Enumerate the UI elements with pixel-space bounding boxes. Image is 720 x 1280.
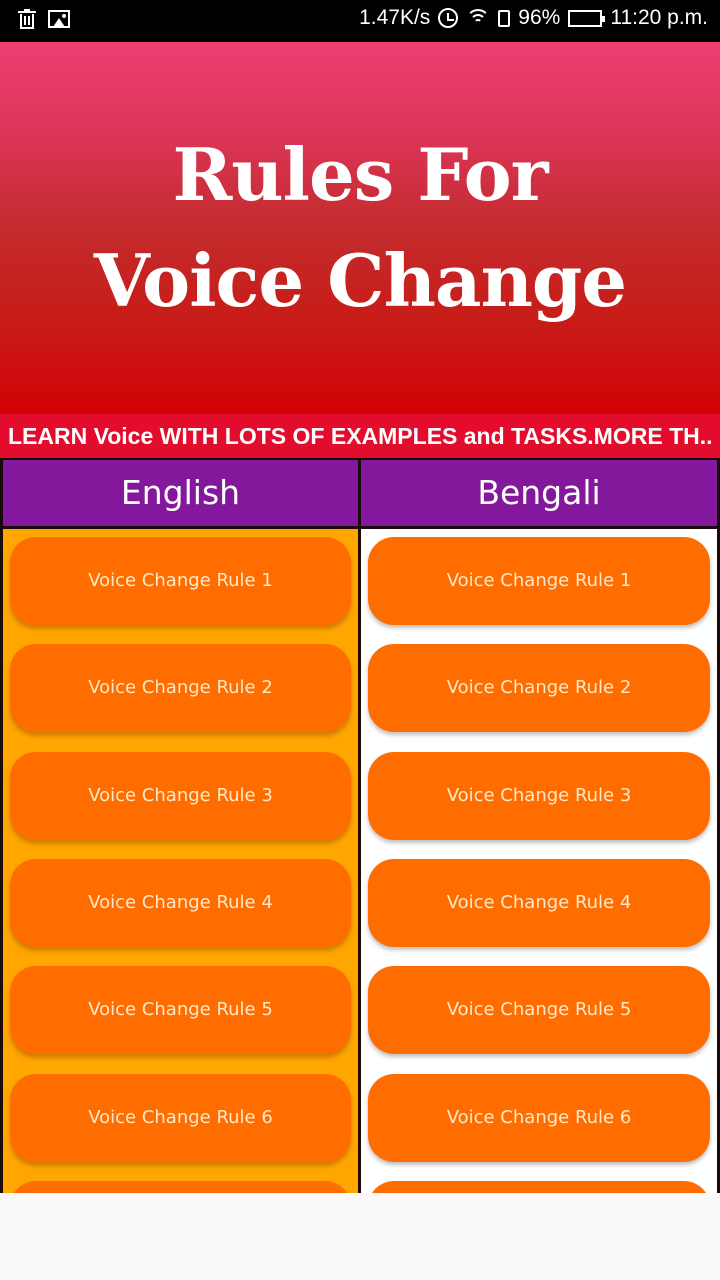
marquee-text: LEARN Voice WITH LOTS OF EXAMPLES and TA… xyxy=(0,414,720,458)
bengali-rules-list[interactable]: Voice Change Rule 1 Voice Change Rule 2 Vo… xyxy=(361,529,717,1193)
bengali-rule-button-5[interactable]: Voice Change Rule 5 xyxy=(368,966,710,1055)
column-bengali: Bengali Voice Change Rule 1 Voice Change … xyxy=(361,458,717,1193)
english-rule-button-7[interactable]: Voice Change Rule 7 xyxy=(10,1180,351,1193)
sim-icon xyxy=(498,9,511,27)
trash-icon xyxy=(18,9,36,29)
clock: 11:20 p.m. xyxy=(610,6,708,29)
english-rule-button-3[interactable]: Voice Change Rule 3 xyxy=(10,751,351,840)
english-rule-button-6[interactable]: Voice Change Rule 6 xyxy=(10,1073,351,1162)
bengali-rule-button-2[interactable]: Voice Change Rule 2 xyxy=(368,644,710,733)
column-english: English Voice Change Rule 1 Voice Change … xyxy=(3,458,358,1193)
battery-icon xyxy=(568,9,606,27)
bottom-area xyxy=(0,1193,720,1280)
wifi-icon xyxy=(466,9,491,27)
english-rules-list[interactable]: Voice Change Rule 1 Voice Change Rule 2 Vo… xyxy=(3,529,358,1193)
bengali-rule-button-7[interactable]: Voice Change Rule 7 xyxy=(368,1180,710,1193)
network-speed: 1.47K/s xyxy=(359,6,431,29)
rules-table: English Voice Change Rule 1 Voice Change … xyxy=(0,458,720,1193)
english-rule-button-2[interactable]: Voice Change Rule 2 xyxy=(10,644,351,733)
column-header-english: English xyxy=(3,460,358,526)
status-bar: 1.47K/s 96% 11:20 p.m. xyxy=(0,0,720,42)
alarm-icon xyxy=(438,8,459,28)
bengali-rule-button-6[interactable]: Voice Change Rule 6 xyxy=(368,1073,710,1162)
banner-title-line1: Rules For xyxy=(172,132,548,217)
english-rule-button-4[interactable]: Voice Change Rule 4 xyxy=(10,858,351,947)
english-rule-button-1[interactable]: Voice Change Rule 1 xyxy=(10,537,351,625)
battery-percent: 96% xyxy=(518,6,561,29)
banner-title-line2: Voice Change xyxy=(93,238,627,323)
image-icon xyxy=(48,10,70,28)
bengali-rule-button-3[interactable]: Voice Change Rule 3 xyxy=(368,751,710,840)
bengali-rule-button-1[interactable]: Voice Change Rule 1 xyxy=(368,537,710,625)
bengali-rule-button-4[interactable]: Voice Change Rule 4 xyxy=(368,858,710,947)
english-rule-button-5[interactable]: Voice Change Rule 5 xyxy=(10,966,351,1055)
column-header-bengali: Bengali xyxy=(361,460,717,526)
header-banner: Rules For Voice Change xyxy=(0,42,720,414)
